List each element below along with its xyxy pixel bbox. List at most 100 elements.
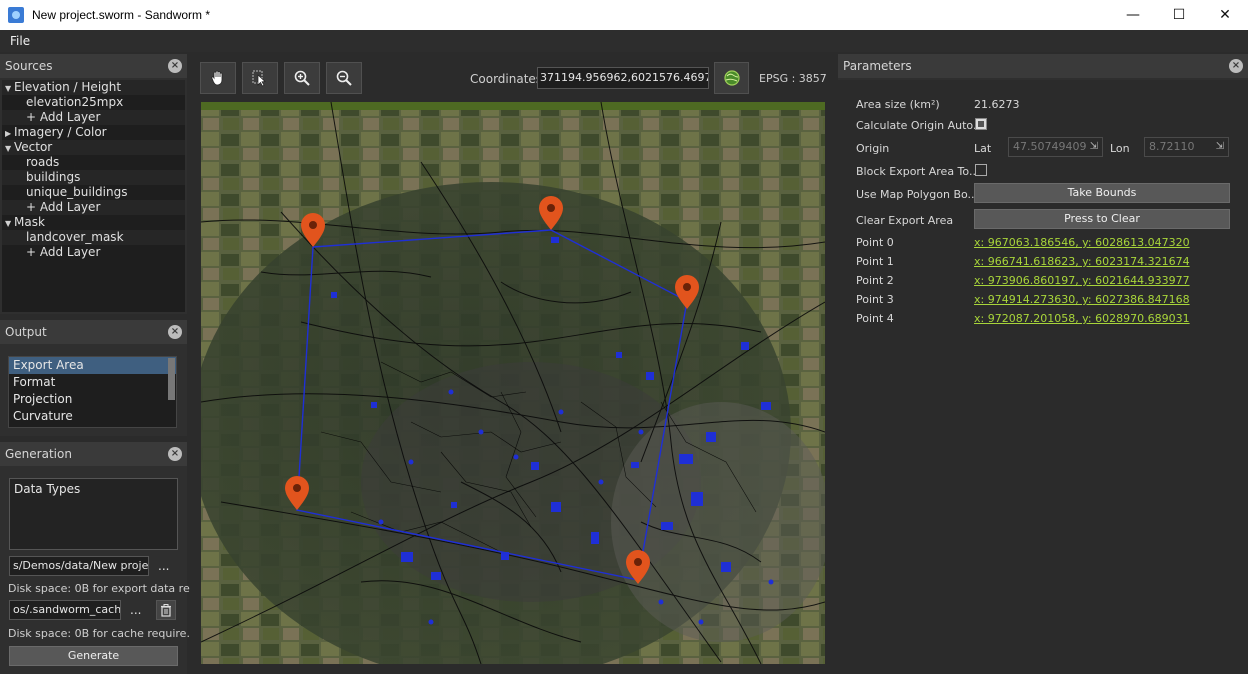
tree-item-label: Elevation / Height [14, 80, 122, 94]
globe-icon [723, 70, 740, 86]
tree-item-label: + Add Layer [26, 110, 101, 124]
map-area: Coordinates: 371194.956962,6021576.46977… [190, 54, 835, 674]
collapse-arrow-icon[interactable]: ▶ [5, 126, 14, 141]
use-polygon-label: Use Map Polygon Bo... [856, 188, 979, 201]
tree-category[interactable]: ▼ Elevation / Height [2, 80, 185, 95]
output-list-item[interactable]: Export Area [9, 357, 176, 374]
expand-arrow-icon[interactable]: ▼ [5, 81, 14, 96]
tree-item[interactable]: unique_buildings [2, 185, 185, 200]
select-tool-button[interactable] [242, 62, 278, 94]
zoom-out-icon [336, 70, 352, 86]
tree-item-label: Imagery / Color [14, 125, 107, 139]
map-top-strip [201, 102, 825, 110]
select-area-icon [252, 70, 266, 87]
point-coordinates-link[interactable]: x: 974914.273630, y: 6027386.847168 [974, 293, 1190, 306]
tree-item[interactable]: + Add Layer [2, 200, 185, 215]
point-label: Point 4 [856, 312, 894, 325]
data-types-label: Data Types [14, 482, 81, 496]
sources-tree: ▼ Elevation / Height elevation25mpx + Add L… [2, 80, 185, 312]
take-bounds-button[interactable]: Take Bounds [974, 183, 1230, 203]
pan-tool-button[interactable] [200, 62, 236, 94]
lon-value: 8.72110 [1149, 140, 1195, 153]
close-panel-icon[interactable]: × [168, 325, 182, 339]
menu-file[interactable]: File [0, 34, 40, 48]
lon-label: Lon [1110, 142, 1130, 155]
trash-icon[interactable] [156, 600, 176, 620]
tree-item[interactable]: + Add Layer [2, 110, 185, 125]
browse-export-button[interactable]: ... [158, 559, 169, 573]
lat-value: 47.50749409 [1013, 140, 1087, 153]
tree-item-label: Vector [14, 140, 53, 154]
tree-item-label: + Add Layer [26, 245, 101, 259]
zoom-out-button[interactable] [326, 62, 362, 94]
menu-bar: File [0, 30, 1248, 52]
point-coordinates-link[interactable]: x: 966741.618623, y: 6023174.321674 [974, 255, 1190, 268]
sources-title: Sources [5, 59, 53, 73]
tree-item[interactable]: elevation25mpx [2, 95, 185, 110]
expand-arrow-icon[interactable]: ▼ [5, 141, 14, 156]
area-size-label: Area size (km²) [856, 98, 940, 111]
tree-item[interactable]: + Add Layer [2, 245, 185, 260]
generation-panel: Generation × Data Types s/Demos/data/New… [0, 442, 200, 674]
output-header: Output × [0, 320, 187, 344]
expand-icon: ⇲ [1215, 141, 1224, 152]
zoom-in-icon [294, 70, 310, 86]
app-icon [8, 7, 24, 23]
window-title: New project.sworm - Sandworm * [32, 8, 211, 22]
output-title: Output [5, 325, 47, 339]
block-export-label: Block Export Area To... [856, 165, 980, 178]
point-coordinates-link[interactable]: x: 972087.201058, y: 6028970.689031 [974, 312, 1190, 325]
point-label: Point 2 [856, 274, 894, 287]
coordinates-label: Coordinates: [470, 72, 547, 86]
tree-item[interactable]: roads [2, 155, 185, 170]
coordinates-input[interactable]: 371194.956962,6021576.469772 [537, 67, 709, 89]
point-label: Point 1 [856, 255, 894, 268]
clear-export-label: Clear Export Area [856, 214, 954, 227]
close-panel-icon[interactable]: × [168, 447, 182, 461]
maximize-icon[interactable]: ☐ [1156, 0, 1202, 30]
lon-input[interactable]: 8.72110 ⇲ [1144, 137, 1229, 157]
browse-cache-button[interactable]: ... [130, 603, 141, 617]
export-disk-space: Disk space: 0B for export data re... [8, 582, 201, 595]
tree-category[interactable]: ▶ Imagery / Color [2, 125, 185, 140]
block-export-checkbox[interactable] [975, 164, 987, 176]
zoom-in-button[interactable] [284, 62, 320, 94]
generation-title: Generation [5, 447, 72, 461]
tree-item-label: roads [26, 155, 60, 169]
close-panel-icon[interactable]: × [1229, 59, 1243, 73]
globe-button[interactable] [714, 62, 749, 94]
cache-path-input[interactable]: os/.sandworm_cache [9, 600, 121, 620]
parameters-title: Parameters [843, 59, 912, 73]
point-label: Point 0 [856, 236, 894, 249]
tree-item-label: + Add Layer [26, 200, 101, 214]
output-list-item[interactable]: Curvature [9, 408, 176, 425]
lat-label: Lat [974, 142, 992, 155]
map-canvas[interactable] [201, 102, 825, 664]
point-coordinates-link[interactable]: x: 973906.860197, y: 6021644.933977 [974, 274, 1190, 287]
parameters-header: Parameters × [838, 54, 1248, 78]
press-to-clear-button[interactable]: Press to Clear [974, 209, 1230, 229]
lat-input[interactable]: 47.50749409 ⇲ [1008, 137, 1103, 157]
data-types-box[interactable]: Data Types [9, 478, 178, 550]
generate-button[interactable]: Generate [9, 646, 178, 666]
origin-label: Origin [856, 142, 890, 155]
calc-origin-checkbox[interactable] [975, 118, 987, 130]
minimize-icon[interactable]: — [1110, 0, 1156, 30]
close-window-icon[interactable]: ✕ [1202, 0, 1248, 30]
export-path-input[interactable]: s/Demos/data/New project [9, 556, 149, 576]
close-panel-icon[interactable]: × [168, 59, 182, 73]
tree-category[interactable]: ▼ Vector [2, 140, 185, 155]
generation-header: Generation × [0, 442, 187, 466]
expand-icon: ⇲ [1089, 141, 1098, 152]
tree-item[interactable]: buildings [2, 170, 185, 185]
tree-item[interactable]: landcover_mask [2, 230, 185, 245]
parameters-body: Area size (km²) 21.6273 Calculate Origin… [838, 80, 1248, 674]
expand-arrow-icon[interactable]: ▼ [5, 216, 14, 231]
output-list-item[interactable]: Projection [9, 391, 176, 408]
scrollbar[interactable] [168, 358, 175, 400]
hand-icon [211, 70, 223, 86]
output-list-item[interactable]: Format [9, 374, 176, 391]
tree-category[interactable]: ▼ Mask [2, 215, 185, 230]
output-panel: Output × Export Area Format Projection Curv… [0, 320, 187, 436]
point-coordinates-link[interactable]: x: 967063.186546, y: 6028613.047320 [974, 236, 1190, 249]
